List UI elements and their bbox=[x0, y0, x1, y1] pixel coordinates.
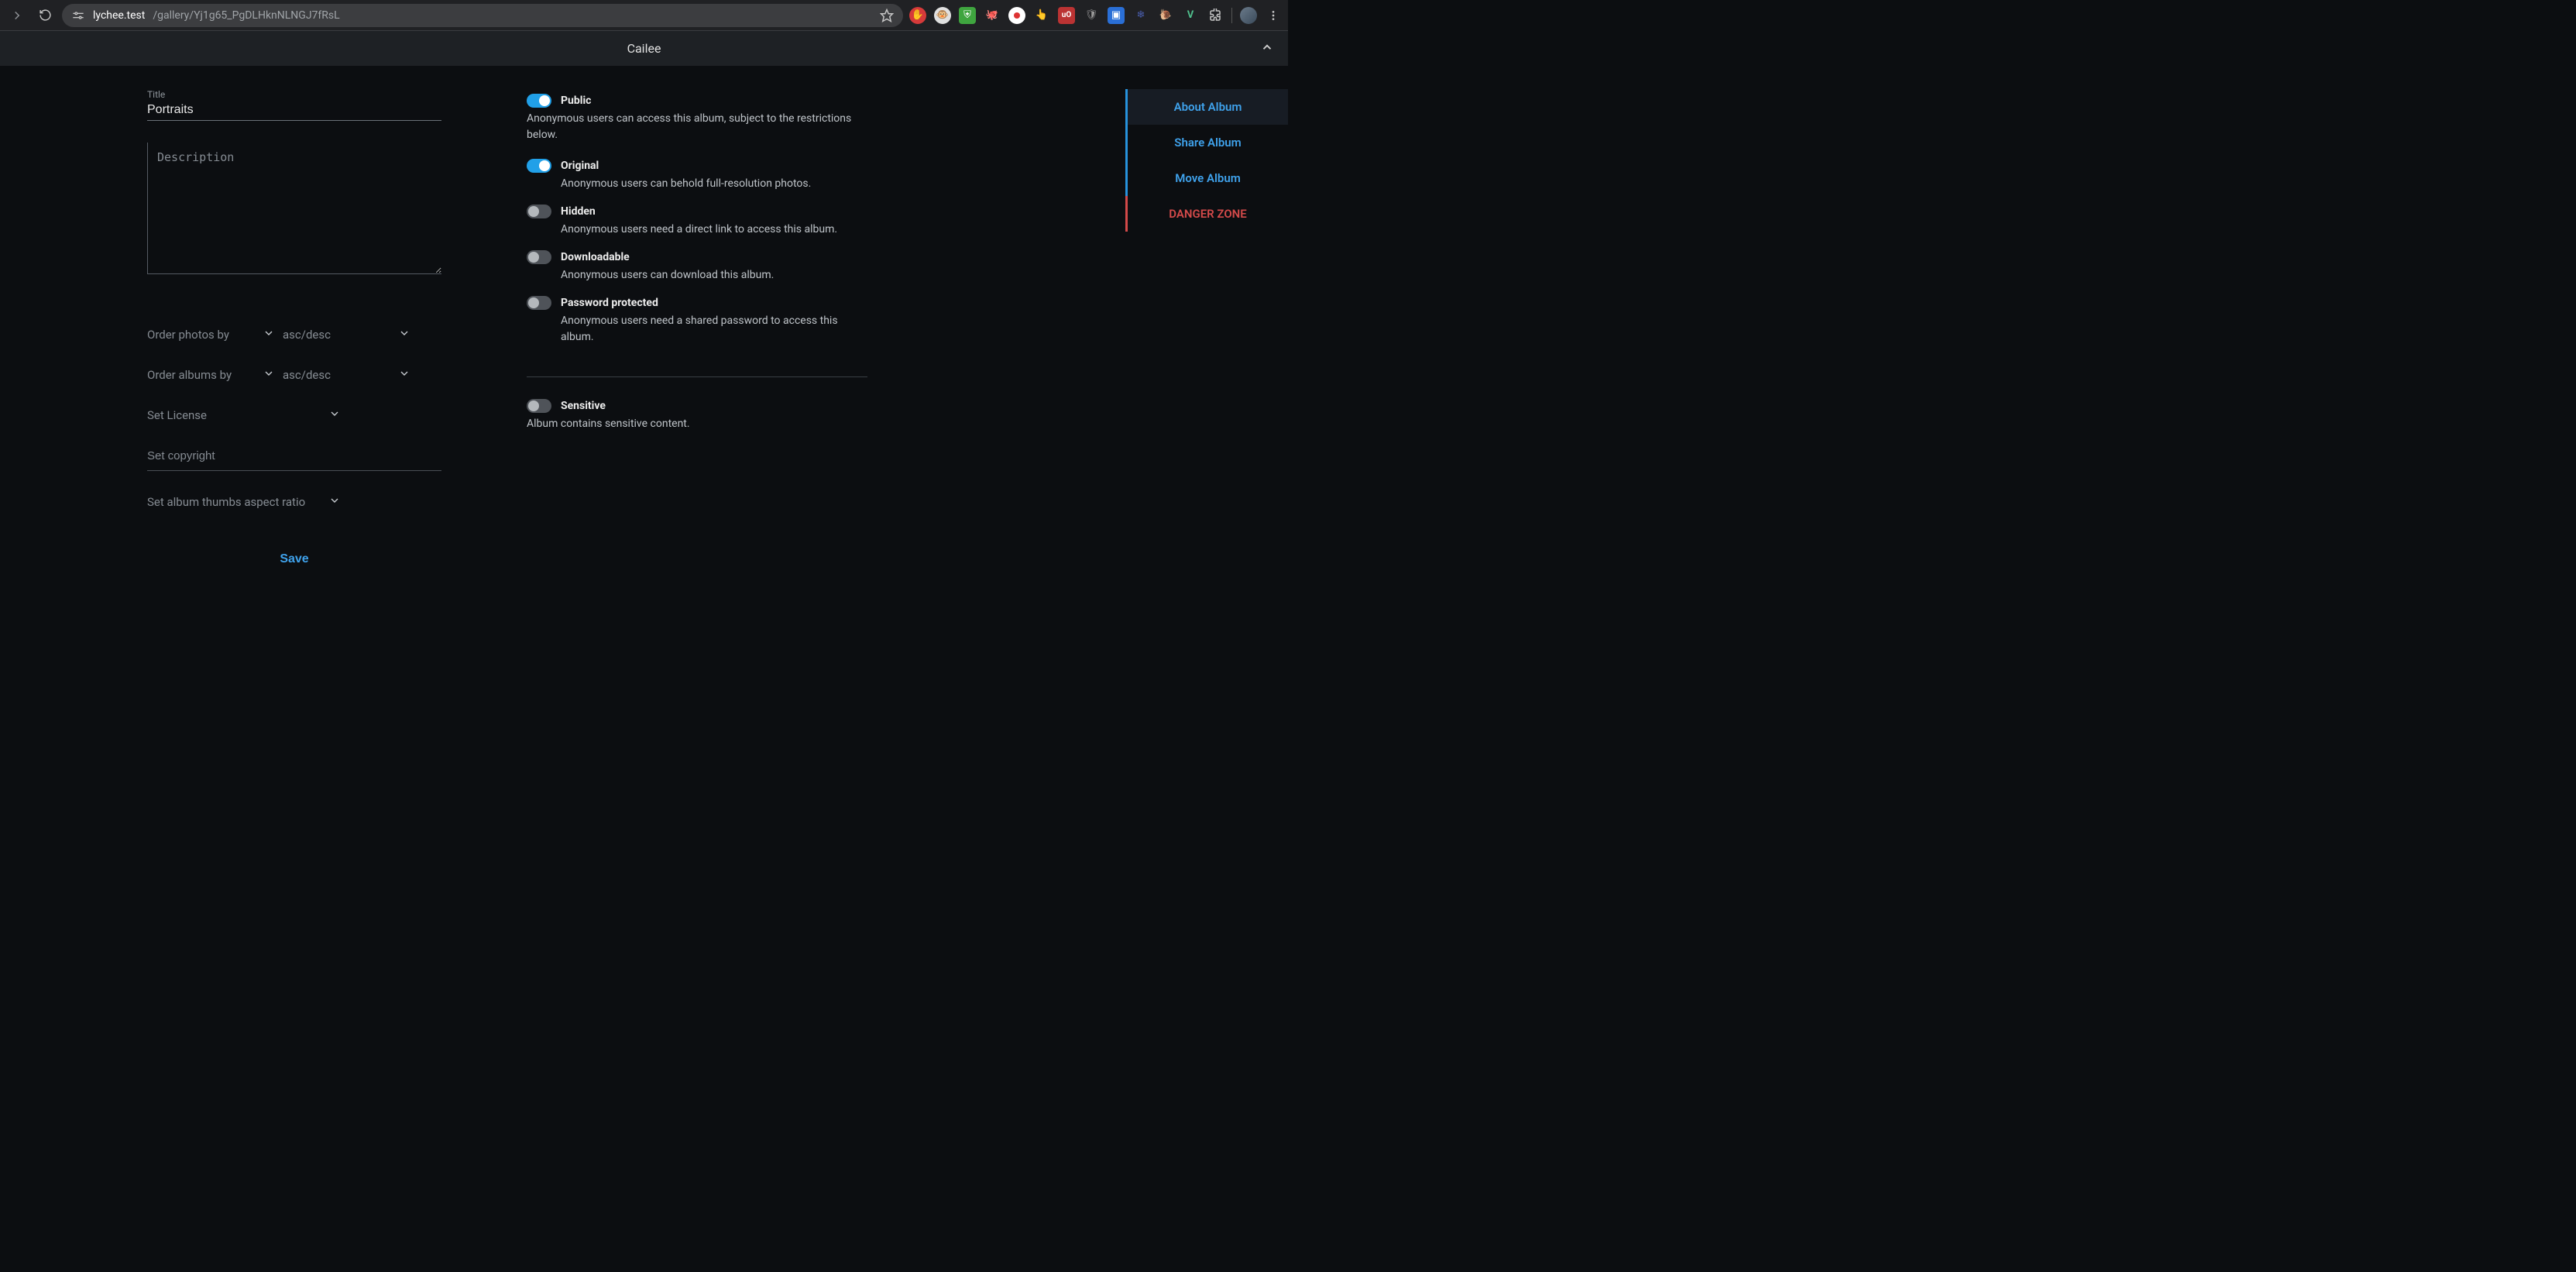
save-button[interactable]: Save bbox=[275, 552, 313, 567]
right-column: Public Anonymous users can access this a… bbox=[527, 89, 867, 621]
aspect-row: Set album thumbs aspect ratio bbox=[147, 482, 441, 522]
title-field: Title bbox=[147, 89, 441, 121]
side-label: Share Album bbox=[1174, 136, 1241, 150]
original-label: Original bbox=[561, 160, 599, 172]
sensitive-desc: Album contains sensitive content. bbox=[527, 416, 867, 432]
hidden-desc: Anonymous users need a direct link to ac… bbox=[561, 222, 867, 238]
bookmark-star-icon[interactable] bbox=[880, 9, 894, 22]
hidden-toggle[interactable] bbox=[527, 205, 551, 218]
order-photos-dir-select[interactable]: asc/desc bbox=[283, 327, 418, 342]
extension-icon[interactable]: 👆 bbox=[1033, 7, 1050, 24]
select-label: Order albums by bbox=[147, 368, 232, 382]
extension-icon[interactable]: 🐌 bbox=[1157, 7, 1174, 24]
chevron-down-icon bbox=[263, 327, 275, 342]
chevron-down-icon bbox=[398, 367, 410, 383]
divider bbox=[527, 376, 867, 377]
collapse-panel-icon[interactable] bbox=[1260, 40, 1274, 57]
side-label: DANGER ZONE bbox=[1169, 207, 1246, 221]
sensitive-label: Sensitive bbox=[561, 400, 606, 412]
reload-button[interactable] bbox=[34, 5, 56, 26]
password-label: Password protected bbox=[561, 297, 658, 309]
extension-icon[interactable]: 🐵 bbox=[934, 7, 951, 24]
side-item-danger[interactable]: DANGER ZONE bbox=[1125, 196, 1288, 232]
original-desc: Anonymous users can behold full-resoluti… bbox=[561, 176, 867, 192]
separator bbox=[1231, 8, 1232, 23]
title-input[interactable] bbox=[147, 101, 441, 119]
select-label: asc/desc bbox=[283, 328, 331, 342]
profile-avatar[interactable] bbox=[1240, 7, 1257, 24]
extensions-menu-icon[interactable] bbox=[1207, 7, 1224, 24]
public-desc: Anonymous users can access this album, s… bbox=[527, 111, 867, 143]
page-header: Cailee bbox=[0, 31, 1288, 66]
extension-icon[interactable]: V bbox=[1182, 7, 1199, 24]
original-toggle[interactable] bbox=[527, 159, 551, 173]
description-textarea[interactable] bbox=[147, 143, 441, 274]
side-label: Move Album bbox=[1175, 171, 1240, 185]
chevron-down-icon bbox=[328, 494, 341, 510]
chevron-down-icon bbox=[263, 367, 275, 383]
order-albums-by-select[interactable]: Order albums by bbox=[147, 367, 283, 383]
public-toggle-item: Public Anonymous users can access this a… bbox=[527, 94, 867, 143]
url-host: lychee.test bbox=[93, 9, 145, 22]
password-toggle-item: Password protected Anonymous users need … bbox=[527, 296, 867, 346]
extension-icon[interactable]: uO bbox=[1058, 7, 1075, 24]
sensitive-toggle[interactable] bbox=[527, 399, 551, 413]
select-label: Set License bbox=[147, 408, 207, 422]
hidden-label: Hidden bbox=[561, 205, 596, 218]
selects-block: Order photos by asc/desc Order albums by bbox=[147, 315, 441, 522]
select-label: Set album thumbs aspect ratio bbox=[147, 495, 305, 509]
extension-icon[interactable]: 🛡 bbox=[1083, 7, 1100, 24]
license-select[interactable]: Set License bbox=[147, 407, 349, 423]
side-item-about[interactable]: About Album bbox=[1125, 89, 1288, 125]
copyright-input[interactable] bbox=[147, 438, 441, 471]
downloadable-label: Downloadable bbox=[561, 251, 630, 263]
url-path: /gallery/Yj1g65_PgDLHknNLNGJ7fRsL bbox=[153, 9, 339, 22]
chevron-down-icon bbox=[328, 407, 341, 423]
aspect-ratio-select[interactable]: Set album thumbs aspect ratio bbox=[147, 494, 349, 510]
order-photos-row: Order photos by asc/desc bbox=[147, 315, 441, 355]
main-area: Title Order photos by asc/desc bbox=[0, 66, 1125, 636]
original-toggle-item: Original Anonymous users can behold full… bbox=[527, 159, 867, 192]
select-label: Order photos by bbox=[147, 328, 229, 342]
left-column: Title Order photos by asc/desc bbox=[147, 89, 441, 621]
extension-icon[interactable]: ✋ bbox=[909, 7, 926, 24]
browser-toolbar: lychee.test/gallery/Yj1g65_PgDLHknNLNGJ7… bbox=[0, 0, 1288, 31]
side-item-move[interactable]: Move Album bbox=[1125, 160, 1288, 196]
downloadable-toggle[interactable] bbox=[527, 250, 551, 264]
extension-icon[interactable]: ▣ bbox=[1108, 7, 1125, 24]
select-label: asc/desc bbox=[283, 368, 331, 382]
title-label: Title bbox=[147, 89, 441, 100]
browser-menu-icon[interactable] bbox=[1265, 7, 1282, 24]
order-photos-by-select[interactable]: Order photos by bbox=[147, 327, 283, 342]
order-albums-dir-select[interactable]: asc/desc bbox=[283, 367, 418, 383]
downloadable-desc: Anonymous users can download this album. bbox=[561, 267, 867, 284]
public-toggle[interactable] bbox=[527, 94, 551, 108]
chevron-down-icon bbox=[398, 327, 410, 342]
hidden-toggle-item: Hidden Anonymous users need a direct lin… bbox=[527, 205, 867, 238]
order-albums-row: Order albums by asc/desc bbox=[147, 355, 441, 395]
public-subgroup: Original Anonymous users can behold full… bbox=[527, 159, 867, 346]
extensions-row: ✋ 🐵 ⛨ 🐙 👆 uO 🛡 ▣ ❄ 🐌 V bbox=[909, 7, 1282, 24]
side-item-share[interactable]: Share Album bbox=[1125, 125, 1288, 160]
content: Title Order photos by asc/desc bbox=[0, 66, 1288, 636]
sensitive-toggle-item: Sensitive Album contains sensitive conte… bbox=[527, 399, 867, 432]
address-bar[interactable]: lychee.test/gallery/Yj1g65_PgDLHknNLNGJ7… bbox=[62, 4, 903, 27]
site-settings-icon[interactable] bbox=[71, 9, 85, 22]
password-toggle[interactable] bbox=[527, 296, 551, 310]
password-desc: Anonymous users need a shared password t… bbox=[561, 313, 867, 346]
side-label: About Album bbox=[1174, 100, 1242, 114]
extension-icon[interactable]: ⛨ bbox=[959, 7, 976, 24]
forward-button[interactable] bbox=[6, 5, 28, 26]
public-label: Public bbox=[561, 95, 591, 107]
page-title: Cailee bbox=[627, 41, 661, 56]
side-menu: About Album Share Album Move Album DANGE… bbox=[1125, 66, 1288, 636]
extension-icon[interactable]: ❄ bbox=[1132, 7, 1149, 24]
license-row: Set License bbox=[147, 395, 441, 435]
extension-icon[interactable]: 🐙 bbox=[984, 7, 1001, 24]
downloadable-toggle-item: Downloadable Anonymous users can downloa… bbox=[527, 250, 867, 284]
extension-icon[interactable] bbox=[1008, 7, 1025, 24]
